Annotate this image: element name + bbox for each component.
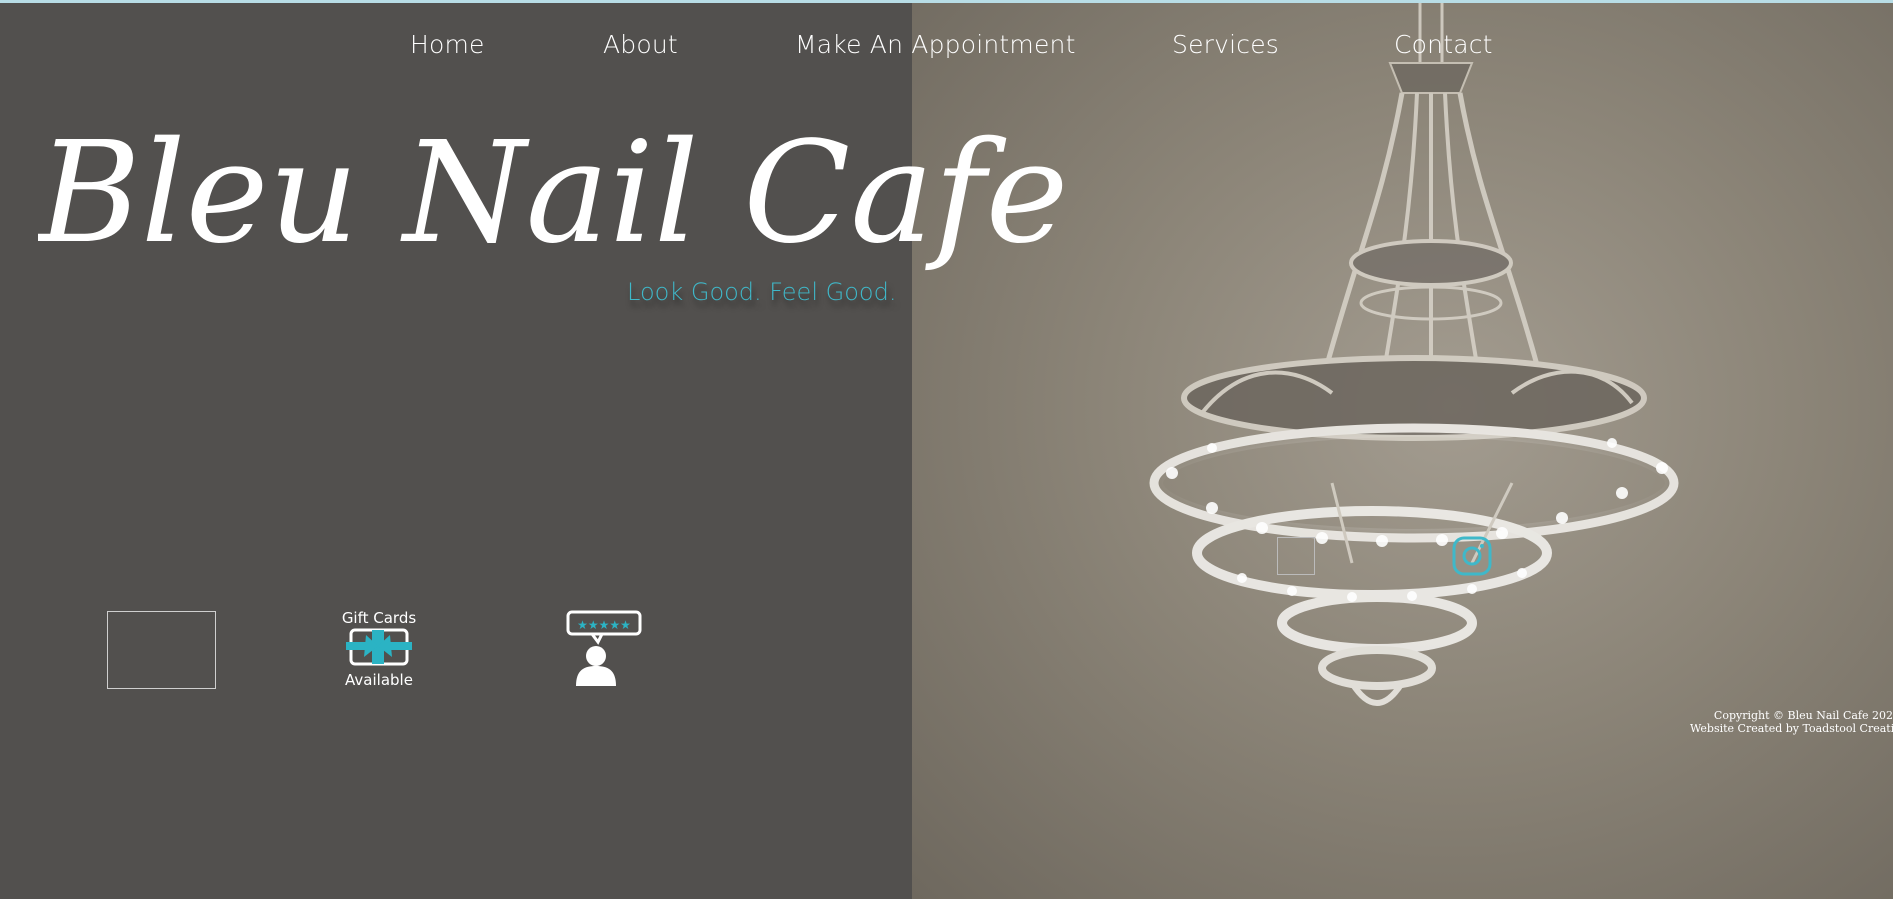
gift-card-badge[interactable]: Gift Cards Available <box>334 609 424 689</box>
gift-box-icon <box>346 628 412 666</box>
review-stars: ★★★★★ <box>577 618 631 632</box>
gift-card-bottom-text: Available <box>345 671 413 689</box>
credit-text: Website Created by Toadstool Creative Gr… <box>1690 722 1893 735</box>
copyright-text: Copyright © Bleu Nail Cafe 202 <box>1713 709 1893 722</box>
main-nav: Home About Make An Appointment Services … <box>0 30 1893 70</box>
instagram-icon[interactable] <box>1450 534 1494 578</box>
gift-card-top-text: Gift Cards <box>341 609 417 627</box>
logo-text: Bleu Nail Cafe <box>38 112 1068 275</box>
nav-about-link[interactable]: About <box>603 30 678 59</box>
nav-make-appointment-link[interactable]: Make An Appointment <box>795 30 1076 59</box>
nav-contact-link[interactable]: Contact <box>1394 30 1493 59</box>
site-logo: Bleu Nail Cafe <box>38 112 1068 275</box>
tagline: Look Good. Feel Good. <box>627 278 897 306</box>
broken-image-icon[interactable] <box>1277 537 1315 575</box>
nav-services-link[interactable]: Services <box>1172 30 1279 59</box>
customer-reviews-icon[interactable]: ★★★★★ <box>564 610 644 690</box>
footer: Copyright © Bleu Nail Cafe 202 Website C… <box>1690 709 1893 735</box>
broken-image-icon[interactable] <box>107 611 216 689</box>
nav-home-link[interactable]: Home <box>410 30 485 59</box>
